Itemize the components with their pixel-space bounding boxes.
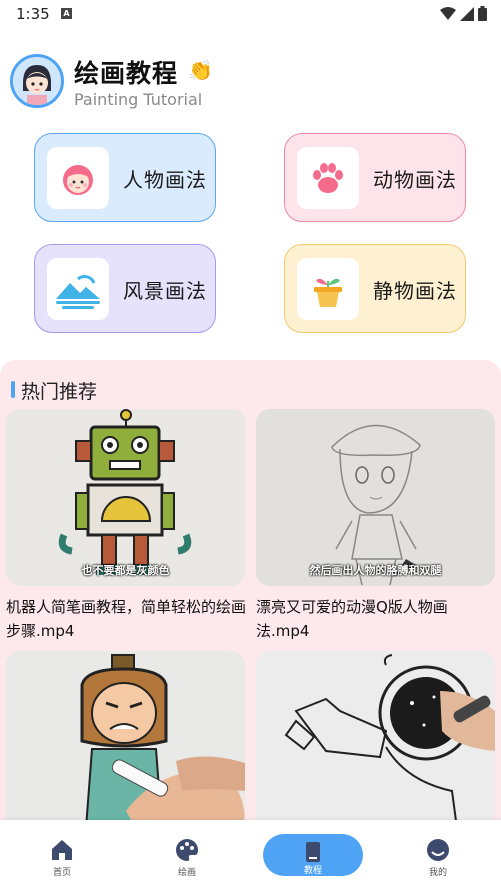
nav-label: 我的 [428,868,447,878]
landscape-icon [47,258,109,320]
video-card[interactable]: 然后画出人物的胳膊和双腿 漂亮又可爱的动漫Q版人物画法.mp4 [256,409,495,643]
astronaut-drawing [256,651,495,828]
video-title[interactable]: 机器人简笔画教程，简单轻松的绘画步骤.mp4 [6,595,246,643]
video-caption: 也不要都是灰颜色 [81,564,170,577]
video-caption: 然后画出人物的胳膊和双腿 [309,564,442,577]
profile-icon [427,839,449,861]
home-icon [52,840,72,860]
nav-label: 首页 [52,868,71,878]
section-accent-bar [11,381,15,398]
category-label: 人物画法 [123,168,207,192]
signal-icon [460,6,474,21]
waving-hand-icon: 👏 [188,58,213,82]
status-bar: 1:35 A [0,0,501,30]
video-card[interactable] [6,651,245,837]
anime-girl-sketch [256,409,495,586]
category-people-card[interactable]: 人物画法 [34,133,216,222]
video-card[interactable] [256,651,495,837]
video-card[interactable]: 也不要都是灰颜色 机器人简笔画教程，简单轻松的绘画步骤.mp4 [6,409,246,643]
nav-draw[interactable]: 绘画 [137,820,237,884]
flower-pot-icon [297,258,359,320]
video-thumbnail[interactable] [6,651,245,828]
girl-avatar-icon [13,57,61,105]
robot-drawing [6,409,245,586]
bottom-nav: 首页 绘画 教程 我的 [0,820,501,892]
app-subtitle: Painting Tutorial [74,90,203,109]
category-animal-card[interactable]: 动物画法 [284,133,466,222]
app-title: 绘画教程 [74,59,179,88]
wifi-icon [440,6,456,20]
video-title[interactable]: 漂亮又可爱的动漫Q版人物画法.mp4 [256,595,496,643]
video-thumbnail[interactable]: 然后画出人物的胳膊和双腿 [256,409,495,586]
nav-label: 教程 [303,866,322,876]
paw-icon [297,147,359,209]
category-label: 静物画法 [373,279,457,303]
notification-icon: A [61,8,72,19]
category-label: 动物画法 [373,168,457,192]
warrior-drawing [6,651,245,828]
book-icon [306,842,320,862]
status-time: 1:35 [16,5,50,23]
nav-home[interactable]: 首页 [12,820,112,884]
video-thumbnail[interactable]: 也不要都是灰颜色 [6,409,245,586]
category-landscape-card[interactable]: 风景画法 [34,244,216,333]
category-label: 风景画法 [123,279,207,303]
nav-tutorial[interactable]: 教程 [263,834,363,876]
nav-label: 绘画 [177,868,196,878]
video-thumbnail[interactable] [256,651,495,828]
app-header: 绘画教程 👏 Painting Tutorial [10,54,410,110]
girl-face-icon [47,147,109,209]
category-still-life-card[interactable]: 静物画法 [284,244,466,333]
nav-mine[interactable]: 我的 [388,820,488,884]
battery-icon [478,6,487,21]
palette-icon [176,839,198,861]
section-title: 热门推荐 [21,381,98,403]
status-icons [440,6,487,21]
avatar[interactable] [10,54,64,108]
